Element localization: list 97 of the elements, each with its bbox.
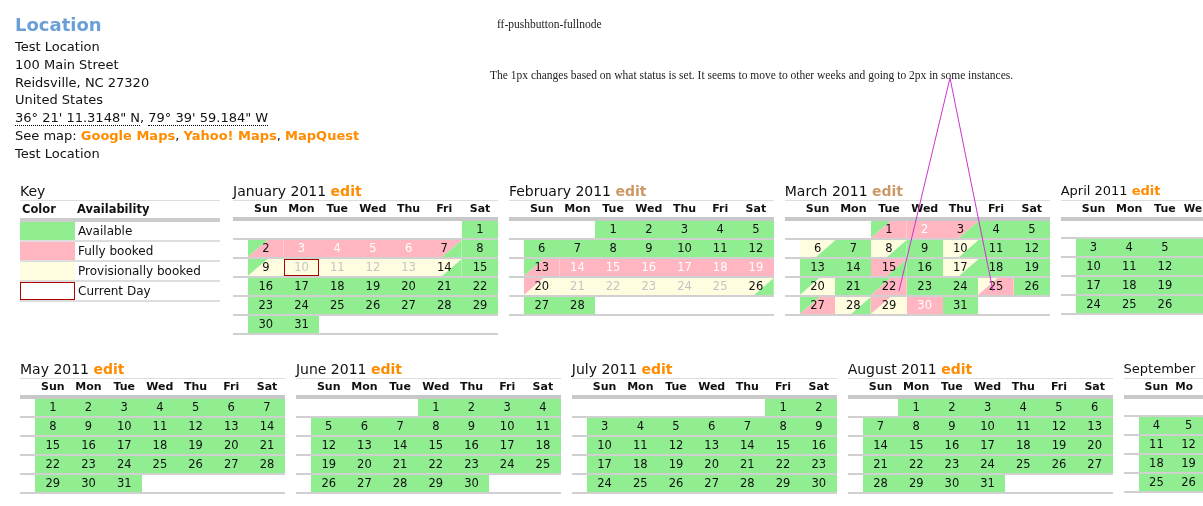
- weekday-header: Thu: [729, 378, 766, 398]
- weekday-header: Mon: [283, 200, 320, 220]
- weekday-header: Mon: [622, 378, 659, 398]
- weekday-header: Mon: [346, 378, 383, 398]
- weekday-header: Sun: [523, 200, 560, 220]
- address-line: 100 Main Street: [15, 55, 120, 74]
- day-cell: 4: [702, 219, 738, 240]
- edit-link[interactable]: edit: [93, 360, 125, 377]
- day-cell: 1: [765, 397, 801, 418]
- coordinates-text: 36° 21' 11.3148" N, 79° 39' 59.184" W: [15, 109, 270, 127]
- key-title: Key: [20, 181, 220, 201]
- day-cell: 4: [1005, 397, 1042, 418]
- day-cell: 3: [106, 397, 143, 418]
- day-cell: 7: [249, 397, 285, 418]
- weekday-header: We: [1182, 200, 1203, 220]
- weekday-header: Thu: [390, 200, 427, 220]
- day-cell: 4: [525, 397, 561, 418]
- edit-link[interactable]: edit: [641, 360, 673, 377]
- day-number: 14: [436, 260, 452, 275]
- weekday-header: Mon: [835, 200, 872, 220]
- day-number: 7: [440, 241, 448, 256]
- day-number: 26: [748, 279, 764, 294]
- note-text: The 1px changes based on what status is set. It seems to move to other weeks and going to 2px in some instances.: [490, 68, 1014, 84]
- day-number: 10: [953, 241, 968, 256]
- day-number: 29: [881, 298, 897, 313]
- day-number: 22: [881, 279, 897, 294]
- note-text: ff-pushbutton-fullnode: [497, 17, 603, 33]
- weekday-header: Fri: [426, 200, 463, 220]
- weekday-header: Wed: [355, 200, 391, 220]
- month-title: January 2011 edit: [233, 181, 498, 201]
- day-number: 25: [988, 279, 1004, 294]
- day-number: 2: [262, 241, 270, 256]
- location-name: Test Location: [15, 144, 101, 163]
- weekday-header: Tue: [382, 378, 418, 398]
- edit-link[interactable]: edit: [370, 360, 402, 377]
- day-number: 28: [846, 298, 861, 313]
- edit-link[interactable]: edit: [941, 360, 973, 377]
- day-number: 1: [885, 222, 893, 237]
- column-header: Availability: [75, 200, 220, 220]
- day-cell: 1: [462, 219, 498, 240]
- availability-label: Provisionally booked: [75, 260, 220, 281]
- edit-link[interactable]: edit: [615, 182, 647, 199]
- day-cell: 4: [142, 397, 178, 418]
- month-title: August 2011 edit: [847, 359, 1113, 379]
- day-number: 27: [810, 298, 825, 313]
- day-number: 9: [262, 260, 270, 275]
- day-number: 13: [534, 260, 550, 275]
- weekday-header: Tue: [319, 200, 356, 220]
- availability-label: Fully booked: [75, 240, 220, 261]
- weekday-header: Wed: [693, 378, 730, 398]
- day-number: 8: [885, 241, 893, 256]
- day-cell: 1: [417, 397, 454, 418]
- day-cell: 5: [738, 219, 774, 240]
- day-number: 20: [810, 279, 825, 294]
- weekday-header: Sun: [1138, 378, 1175, 398]
- weekday-header: Sun: [1075, 200, 1112, 220]
- month-title: February 2011 edit: [508, 181, 774, 201]
- weekday-header: Tue: [658, 378, 694, 398]
- day-cell: 1: [35, 397, 71, 418]
- weekday-header: Sun: [862, 378, 899, 398]
- month-title: April 2011 edit: [1060, 181, 1203, 201]
- availability-label: Available: [75, 219, 220, 241]
- see-map-line: See map: Google Maps, Yahoo! Maps, MapQuest: [15, 127, 361, 145]
- edit-link[interactable]: edit: [1131, 182, 1161, 198]
- day-cell: 1: [595, 219, 631, 240]
- weekday-header: Tue: [1147, 200, 1183, 220]
- address-line: United States: [15, 91, 105, 110]
- address-line: Reidsville, NC 27320: [15, 73, 151, 92]
- location-heading: Location: [15, 14, 103, 36]
- weekday-header: Mon: [559, 200, 596, 220]
- map-link[interactable]: Yahoo! Maps: [183, 128, 277, 143]
- day-cell: 3: [489, 397, 525, 418]
- month-title: September: [1123, 359, 1203, 379]
- month-title: May 2011 edit: [20, 359, 285, 379]
- day-number: 15: [881, 260, 897, 275]
- day-number: 17: [953, 260, 968, 275]
- edit-link[interactable]: edit: [872, 182, 903, 199]
- day-number: 20: [534, 279, 550, 294]
- weekday-header: Sun: [310, 378, 347, 398]
- day-cell: 1: [898, 397, 935, 418]
- day-cell: 5: [1041, 397, 1077, 418]
- day-number: 3: [956, 222, 965, 237]
- weekday-header: Sun: [586, 378, 623, 398]
- day-cell: 6: [213, 397, 250, 418]
- weekday-header: Sun: [248, 200, 284, 220]
- weekday-header: Mo: [1174, 378, 1203, 398]
- weekday-header: Mon: [1111, 200, 1148, 220]
- weekday-header: Sun: [799, 200, 836, 220]
- month-title: March 2011 edit: [784, 181, 1050, 201]
- edit-link[interactable]: edit: [330, 182, 362, 199]
- availability-label: Current Day: [75, 280, 220, 301]
- map-link[interactable]: MapQuest: [285, 128, 360, 143]
- month-title: July 2011 edit: [571, 359, 837, 379]
- day-number: 6: [813, 241, 822, 256]
- month-title: June 2011 edit: [295, 359, 561, 379]
- address-line: Test Location: [15, 38, 101, 56]
- day-cell: 2: [934, 397, 970, 418]
